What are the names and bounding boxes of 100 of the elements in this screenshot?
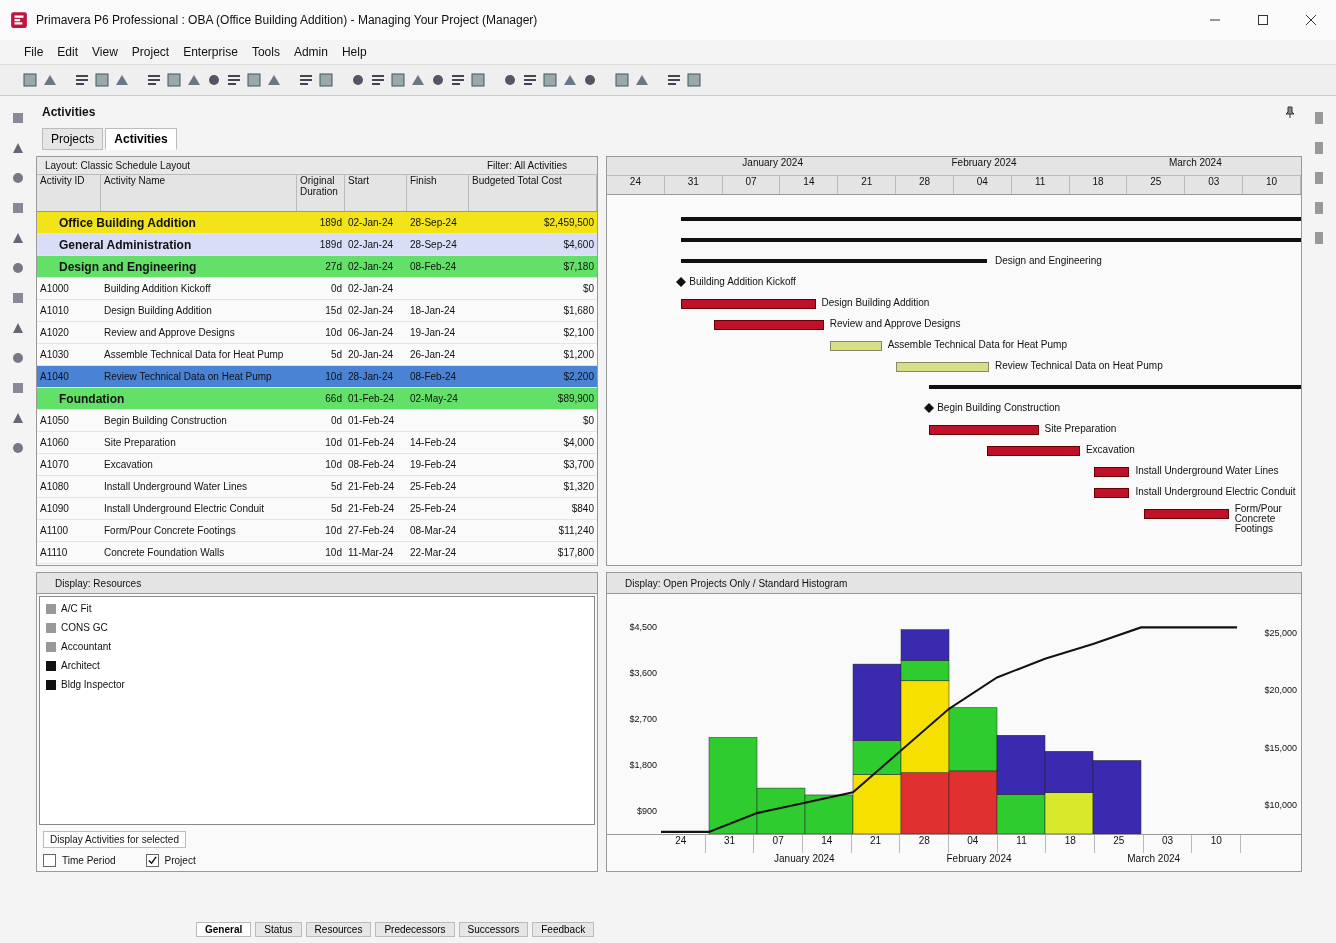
table-row[interactable]: Foundation 66d 01-Feb-24 02-May-24 $89,900: [37, 388, 597, 410]
table-row[interactable]: A1100 Form/Pour Concrete Footings 10d 27-Feb-24 08-Mar-24 $11,240: [37, 520, 597, 542]
menu-item[interactable]: Edit: [57, 45, 79, 59]
table-row[interactable]: A1080 Install Underground Water Lines 5d 21-Feb-24 25-Feb-24 $1,320: [37, 476, 597, 498]
table-row[interactable]: General Administration 189d 02-Jan-24 28-Sep-24 $4,600: [37, 234, 597, 256]
column-header[interactable]: Activity Name: [101, 175, 297, 211]
cost-cell-text: $1,320: [562, 481, 595, 492]
pin-icon[interactable]: [1284, 106, 1296, 118]
column-header[interactable]: Activity ID: [37, 175, 101, 211]
toolbar-icon[interactable]: [206, 72, 222, 88]
start-cell-text: 28-Jan-24: [347, 371, 395, 382]
table-row[interactable]: A1050 Begin Building Construction 0d 01-Feb-24 $0: [37, 410, 597, 432]
toolbar-icon[interactable]: [614, 72, 630, 88]
table-row[interactable]: Design and Engineering 27d 02-Jan-24 08-Feb-24 $7,180: [37, 256, 597, 278]
menu-item[interactable]: Help: [341, 45, 367, 59]
column-header[interactable]: Finish: [407, 175, 469, 211]
table-row[interactable]: A1010 Design Building Addition 15d 02-Jan-24 18-Jan-24 $1,680: [37, 300, 597, 322]
week-label: 07: [754, 835, 803, 853]
sidebar-icon[interactable]: [10, 170, 26, 186]
sidebar-icon[interactable]: [10, 110, 26, 126]
resource-name[interactable]: A/C Fit: [61, 603, 92, 614]
toolbar-icon[interactable]: [542, 72, 558, 88]
activity-id: A1000: [39, 283, 70, 294]
histogram-display-header[interactable]: Display: Open Projects Only / Standard Histogram: [625, 577, 848, 589]
week-label: 14: [803, 835, 852, 853]
column-header[interactable]: Start: [345, 175, 407, 211]
filter-label[interactable]: Filter: All Activities: [486, 160, 567, 171]
table-row[interactable]: A1020 Review and Approve Designs 10d 06-Jan-24 19-Jan-24 $2,100: [37, 322, 597, 344]
resource-name[interactable]: CONS GC: [61, 622, 108, 633]
menu-item[interactable]: Project: [131, 45, 170, 59]
toolbar-icon[interactable]: [146, 72, 162, 88]
tab[interactable]: Feedback: [532, 922, 595, 937]
bar-label: Form/Pour Concrete Footings: [1234, 504, 1283, 534]
cost-cell-text: $1,200: [562, 349, 595, 360]
bar-label: Design and Engineering: [995, 254, 1103, 268]
activity-bar[interactable]: [1094, 467, 1130, 477]
toolbar-icon[interactable]: [450, 72, 466, 88]
menu-item[interactable]: Enterprise: [183, 45, 238, 59]
checkbox[interactable]: [43, 854, 56, 867]
table-row[interactable]: A1060 Site Preparation 10d 01-Feb-24 14-Feb-24 $4,000: [37, 432, 597, 454]
sidebar-icon[interactable]: [10, 290, 26, 306]
milestone-icon[interactable]: [924, 403, 935, 413]
finish-cell-text: 18-Jan-24: [409, 305, 457, 316]
resource-display-header[interactable]: Display: Resources: [55, 577, 142, 589]
resource-name[interactable]: Bldg Inspector: [61, 679, 125, 690]
layout-label[interactable]: Layout: Classic Schedule Layout: [45, 160, 191, 171]
toolbar-icon[interactable]: [22, 72, 38, 88]
checkbox[interactable]: [145, 854, 159, 867]
toolbar-icon[interactable]: [502, 72, 518, 88]
toolbar-icon[interactable]: [430, 72, 446, 88]
resource-name[interactable]: Accountant: [61, 641, 112, 652]
toolbar-icon[interactable]: [94, 72, 110, 88]
toolbar-icon[interactable]: [582, 72, 598, 88]
toolbar-icon[interactable]: [686, 72, 702, 88]
toolbar-icon[interactable]: [298, 72, 314, 88]
table-row[interactable]: Office Building Addition 189d 02-Jan-24 28-Sep-24 $2,459,500: [37, 212, 597, 234]
menu-item[interactable]: Admin: [293, 45, 328, 59]
toolbar-icon[interactable]: [246, 72, 262, 88]
toolbar-icon[interactable]: [318, 72, 334, 88]
table-row[interactable]: A1000 Building Addition Kickoff 0d 02-Jan-24 $0: [37, 278, 597, 300]
menu-item[interactable]: View: [92, 45, 118, 59]
tab[interactable]: Activities: [105, 128, 177, 150]
table-row[interactable]: A1040 Review Technical Data on Heat Pump 10d 28-Jan-24 08-Feb-24 $2,200: [37, 366, 597, 388]
sidebar-icon[interactable]: [10, 440, 26, 456]
week-label: 24: [657, 835, 706, 853]
tab[interactable]: Successors: [458, 922, 529, 937]
toolbar-icon[interactable]: [350, 72, 366, 88]
toolbar-icon[interactable]: [226, 72, 242, 88]
start-cell-text: 21-Feb-24: [347, 481, 396, 492]
sidebar-icon[interactable]: [10, 260, 26, 276]
sidebar-icon[interactable]: [10, 350, 26, 366]
tab[interactable]: Status: [255, 922, 302, 937]
toolbar-icon[interactable]: [666, 72, 682, 88]
table-row[interactable]: A1070 Excavation 10d 08-Feb-24 19-Feb-24 $3,700: [37, 454, 597, 476]
toolbar-icon[interactable]: [390, 72, 406, 88]
toolbar-icon[interactable]: [370, 72, 386, 88]
tab[interactable]: General: [196, 922, 252, 937]
tab[interactable]: Predecessors: [375, 922, 455, 937]
column-header[interactable]: Original Duration: [297, 175, 345, 211]
checkbox-label: Time Period: [62, 855, 116, 866]
menu-item[interactable]: Tools: [251, 45, 280, 59]
week-label: 21: [838, 176, 897, 194]
table-row[interactable]: A1090 Install Underground Electric Conduit 5d 21-Feb-24 25-Feb-24 $840: [37, 498, 597, 520]
toolbar-icon[interactable]: [74, 72, 90, 88]
menu-item[interactable]: File: [24, 45, 44, 59]
activity-name: Review and Approve Designs: [103, 327, 236, 338]
resource-name[interactable]: Architect: [61, 660, 100, 671]
toolbar-icon[interactable]: [166, 72, 182, 88]
column-header[interactable]: Budgeted Total Cost: [469, 175, 597, 211]
maximize-icon: [1258, 15, 1268, 25]
tab[interactable]: Resources: [305, 922, 372, 937]
milestone-icon[interactable]: [676, 277, 687, 287]
start-cell-text: 02-Jan-24: [347, 261, 395, 272]
sidebar-icon[interactable]: [10, 200, 26, 216]
activity-bar[interactable]: [1094, 488, 1130, 498]
toolbar-icon[interactable]: [522, 72, 538, 88]
table-row[interactable]: A1110 Concrete Foundation Walls 10d 11-Mar-24 22-Mar-24 $17,800: [37, 542, 597, 564]
sidebar-icon[interactable]: [10, 380, 26, 396]
tab[interactable]: Projects: [42, 128, 104, 150]
toolbar-icon[interactable]: [470, 72, 486, 88]
